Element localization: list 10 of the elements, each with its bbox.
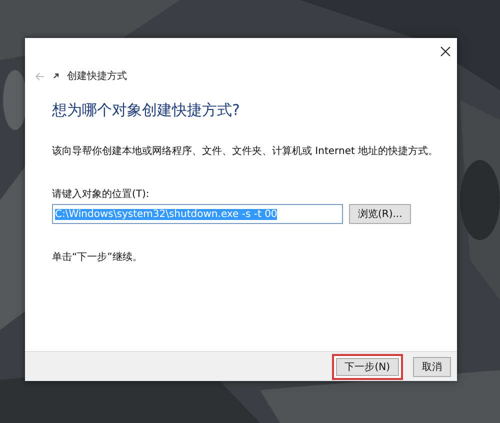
dialog-button[interactable]: 下一步(N) — [332, 354, 403, 380]
hint-text: 单击“下一步”继续。 — [52, 250, 144, 264]
dialog-button[interactable]: 取消 — [413, 356, 451, 376]
browse-button[interactable]: 浏览(R)... — [349, 204, 412, 224]
heading: 想为哪个对象创建快捷方式? — [52, 101, 241, 120]
shortcut-icon — [53, 73, 59, 79]
location-label: 请键入对象的位置(T): — [52, 188, 150, 201]
description-text: 该向导帮你创建本地或网络程序、文件、文件夹、计算机或 Internet 地址的快捷方式。 — [52, 144, 440, 158]
close-icon[interactable] — [440, 46, 451, 57]
wizard-title: 创建快捷方式 — [67, 70, 127, 83]
